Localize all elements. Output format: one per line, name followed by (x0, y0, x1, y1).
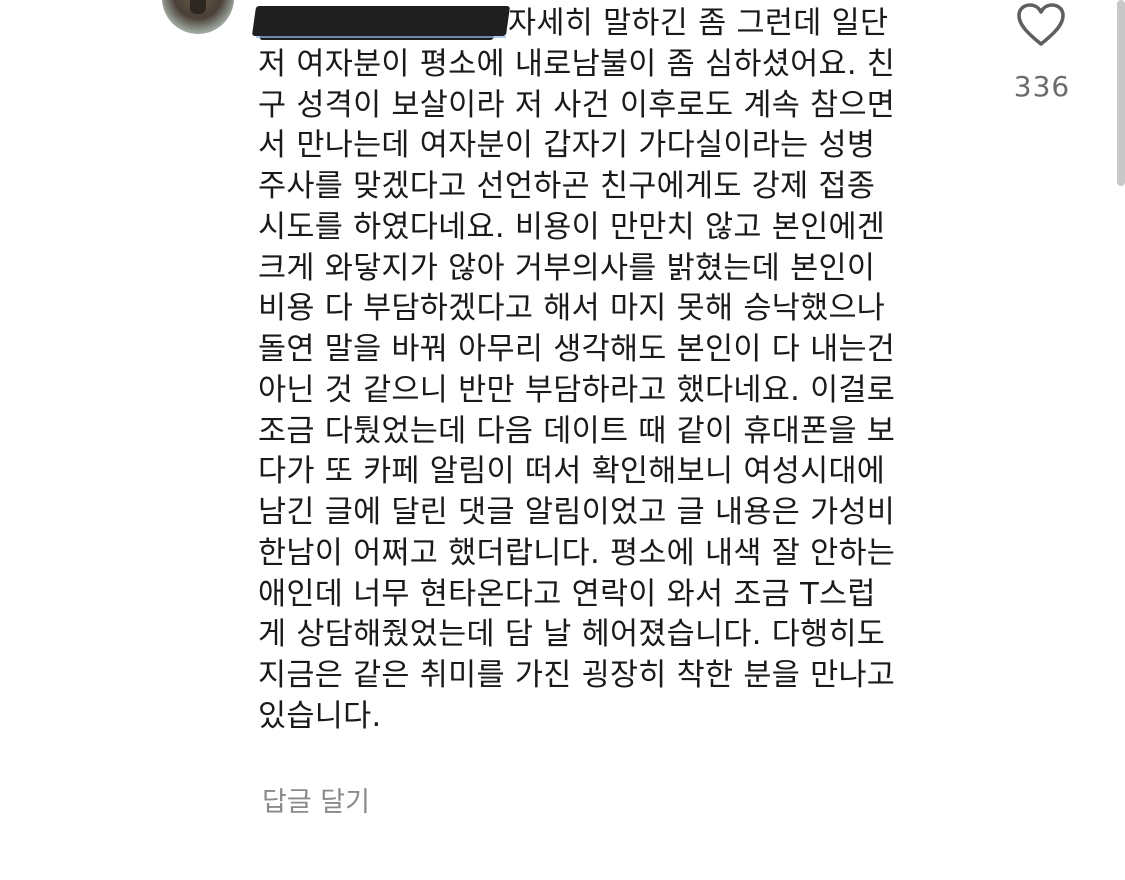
heart-outline-icon[interactable] (1016, 2, 1066, 48)
comment-line: 저 여자분이 평소에 내로남불이 좀 심하셨어요. 친 (258, 46, 896, 82)
comment-line: 애인데 너무 현타온다고 연락이 와서 조금 T스럽 (258, 576, 876, 612)
comment-line: 돌연 말을 바꿔 아무리 생각해도 본인이 다 내는건 (258, 332, 896, 367)
comment-line: 아닌 것 같으니 반만 부담하라고 했다네요. 이걸로 (258, 372, 896, 408)
comment-line: 구 성격이 보살이라 저 사건 이후로도 계속 참으면 (258, 87, 896, 123)
comment-line: 조금 다퉜었는데 다음 데이트 때 같이 휴대폰을 보 (258, 413, 896, 449)
reply-button[interactable]: 답글 달기 (262, 780, 370, 819)
comment-line: 주사를 맞겠다고 선언하곤 친구에게도 강제 접종 (258, 169, 876, 204)
comment-line: 지금은 같은 취미를 가진 굉장히 착한 분을 만나고 (258, 658, 896, 693)
comment-line: 있습니다. (258, 698, 382, 734)
like-area: 336 (1004, 0, 1080, 120)
comment-line: 남긴 글에 달린 댓글 알림이었고 글 내용은 가성비 (258, 495, 896, 530)
comment-line: 비용 다 부담하겠다고 해서 마지 못해 승낙했으나 (258, 291, 886, 327)
comment-text: 자세히 말하긴 좀 그런데 일단 저 여자분이 평소에 내로남불이 좀 심하셨어… (258, 4, 958, 738)
comment-line: 서 만나는데 여자분이 갑자기 가다실이라는 성병 (258, 128, 876, 164)
comment-line: 다가 또 카페 알림이 떠서 확인해보니 여성시대에 (258, 454, 886, 490)
scrollbar[interactable] (1117, 0, 1125, 186)
comment-line: 시도를 하였다네요. 비용이 만만치 않고 본인에겐 (258, 209, 886, 245)
comment-line: 게 상담해줬었는데 담 날 헤어졌습니다. 다행히도 (258, 617, 886, 653)
comment-line: 크게 와닿지가 않아 거부의사를 밝혔는데 본인이 (258, 250, 876, 286)
comment-line: 한남이 어쩌고 했더랍니다. 평소에 내색 잘 안하는 (258, 535, 896, 571)
like-count: 336 (1013, 70, 1071, 103)
comment-line: 자세히 말하긴 좀 그런데 일단 (508, 6, 889, 41)
avatar[interactable] (162, 0, 234, 34)
